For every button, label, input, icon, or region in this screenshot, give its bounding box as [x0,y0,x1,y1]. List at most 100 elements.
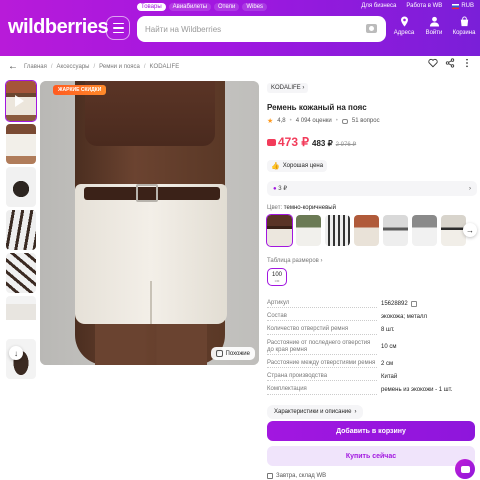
jobs-link[interactable]: Работа в WB [406,3,442,9]
menu-button[interactable] [106,16,130,40]
spec-row: Расстояние между отверстиями ремня 2 см [267,360,477,369]
rating-value: 4,8 [277,118,286,124]
spec-key: Состав [267,313,377,322]
color-swatch[interactable] [325,215,350,246]
swatches-next-button[interactable]: → [463,223,477,237]
thumbnail[interactable] [5,80,37,122]
brand-link[interactable]: KODALIFE › [267,83,309,93]
flag-icon [452,3,460,9]
color-swatch[interactable] [383,215,408,246]
top-right-links: Для бизнеса Работа в WB RUB [361,3,474,9]
star-icon: ★ [267,118,274,125]
header-icons: Адреса Войти Корзина [394,16,476,36]
heart-icon[interactable] [428,58,438,68]
search-input[interactable] [137,16,347,42]
similar-button[interactable]: Похожие [210,347,255,360]
spec-value: Китай [381,374,398,381]
thumbnail[interactable] [6,296,36,336]
more-icon[interactable] [462,58,472,68]
spec-value: 15628892 [377,300,477,308]
size-unit: см [274,277,280,283]
price-row: 473 ₽ 483 ₽ 2 976 ₽ [267,135,477,149]
tab-goods[interactable]: Товары [137,3,166,11]
spec-key: Количество отверстий ремня [267,326,377,335]
thumbnail[interactable] [6,210,36,250]
play-icon [15,95,24,107]
crumb-accessories[interactable]: Аксессуары [57,64,90,70]
login-button[interactable]: Войти [424,16,444,36]
installment-row[interactable]: ● 3 ₽ › [267,181,477,196]
addresses-button[interactable]: Адреса [394,16,414,36]
buy-now-button[interactable]: Купить сейчас [267,446,475,466]
back-arrow-icon[interactable]: ← [8,61,18,72]
thumbnail[interactable] [6,124,36,164]
add-to-cart-button[interactable]: Добавить в корзину [267,421,475,441]
copy-icon[interactable] [410,301,417,308]
spec-key: Расстояние от последнего отверстия до кр… [267,340,377,355]
wallet-price: 473 ₽ [267,135,309,149]
camera-icon[interactable] [366,24,377,33]
rating-row: ★ 4,8 • 4 094 оценки • 51 вопрос [267,118,380,125]
cart-label: Корзина [452,30,476,36]
logo[interactable]: wildberries [8,16,109,39]
spec-row: Страна производства Китай [267,373,477,382]
spec-row: Расстояние от последнего отверстия до кр… [267,340,477,355]
good-price-label: Хорошая цена [282,163,324,169]
currency-select[interactable]: RUB [452,3,474,9]
color-swatch[interactable] [266,214,293,247]
spec-value: 8 шт. [381,327,395,334]
thumbnail-strip [5,80,37,379]
color-value: темно-коричневый [283,205,336,211]
spec-row: Комплектация ремень из экокожи - 1 шт. [267,386,477,395]
location-icon [400,16,408,27]
reviews-link[interactable]: 4 094 оценки [296,118,332,124]
size-table-link[interactable]: Таблица размеров › [267,258,477,264]
spec-value: 10 см [381,344,397,351]
spec-row: Артикул 15628892 [267,300,477,309]
crumb-brand[interactable]: KODALIFE [150,64,180,70]
product-title: Ремень кожаный на пояс [267,103,367,112]
cart-button[interactable]: Корзина [452,16,476,36]
crumb-home[interactable]: Главная [24,64,47,70]
search-bar [137,16,386,42]
color-swatch[interactable] [296,215,321,246]
spec-value: 2 см [381,361,394,368]
chat-button[interactable] [455,459,475,479]
crumb-belts[interactable]: Ремни и пояса [99,64,140,70]
color-swatch[interactable] [354,215,379,246]
spec-key: Артикул [267,300,377,309]
login-label: Войти [425,30,443,36]
main-product-image[interactable]: ЖАРКИЕ СКИДКИ Похожие [40,81,259,365]
delivery-info: Завтра, склад WB [267,473,326,479]
header: wildberries Товары Авиабилеты Отели Wibe… [0,0,480,56]
installment-icon: ● [273,186,277,192]
spec-row: Количество отверстий ремня 8 шт. [267,326,477,335]
spec-key: Страна производства [267,373,377,382]
addresses-label: Адреса [393,30,415,36]
thumbnail[interactable] [6,167,36,207]
current-price: 483 ₽ [312,139,333,148]
thumbs-scroll-down-button[interactable]: ↓ [9,346,23,360]
size-option[interactable]: 100 см [267,268,287,286]
characteristics-button[interactable]: Характеристики и описание › [267,404,364,419]
tab-hotels[interactable]: Отели [214,3,240,11]
thumbnail[interactable] [6,339,36,379]
specs-list: Артикул 15628892 Состав экокожа; металл … [267,300,477,395]
top-tabs: Товары Авиабилеты Отели Wibes [137,3,268,11]
tab-flights[interactable]: Авиабилеты [168,3,212,11]
share-icon[interactable] [445,58,455,68]
business-link[interactable]: Для бизнеса [361,3,396,9]
sale-badge: ЖАРКИЕ СКИДКИ [53,85,107,95]
product-actions [428,58,472,68]
delivery-label: Завтра, склад WB [276,473,327,479]
user-icon [429,16,439,27]
spec-value: ремень из экокожи - 1 шт. [381,387,453,394]
questions-icon [341,118,348,124]
spec-value: экокожа; металл [381,314,428,321]
color-swatch[interactable] [412,215,437,246]
tab-wibes[interactable]: Wibes [242,3,268,11]
delivery-icon [267,473,273,479]
thumbnail[interactable] [6,253,36,293]
old-price: 2 976 ₽ [335,142,357,148]
questions-link[interactable]: 51 вопрос [352,118,380,124]
